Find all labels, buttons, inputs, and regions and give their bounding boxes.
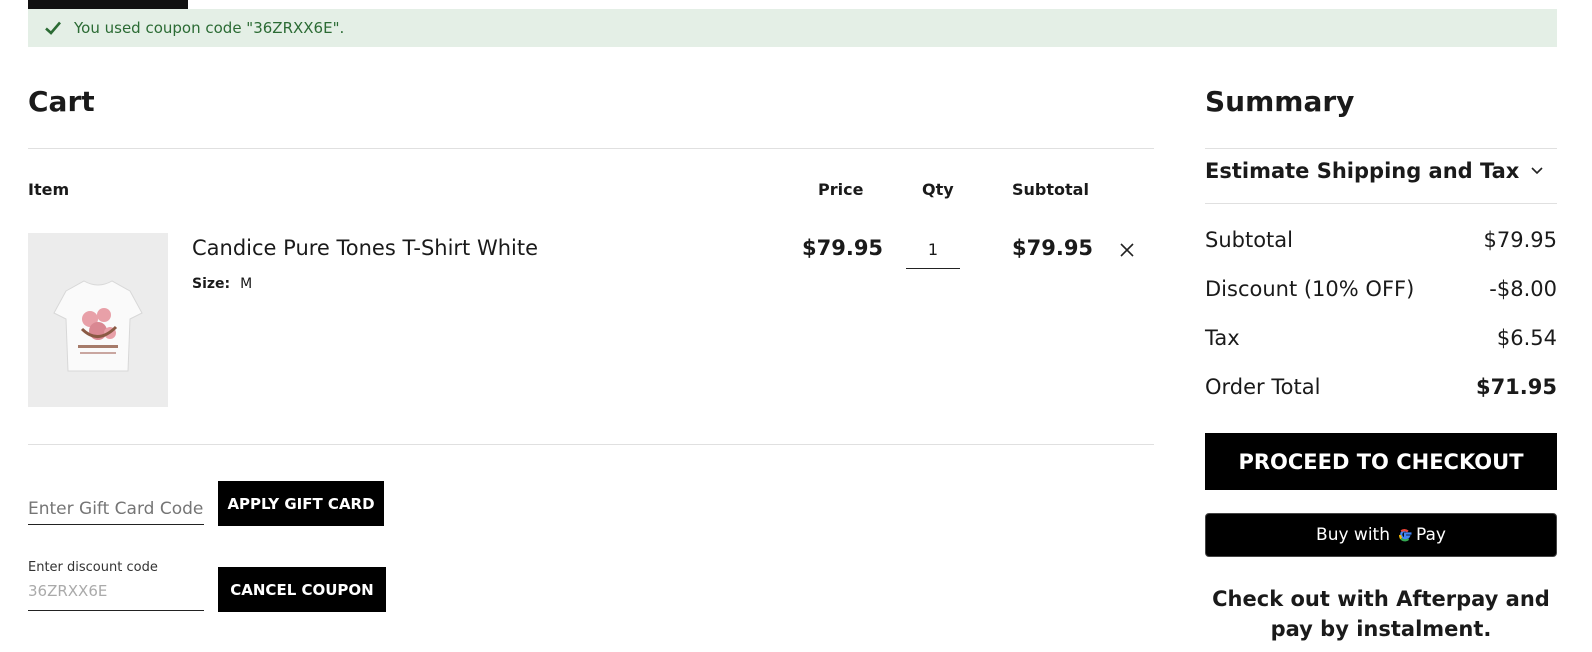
header-qty: Qty (922, 180, 954, 199)
discount-code-input[interactable] (28, 579, 204, 603)
estimate-shipping-toggle[interactable]: Estimate Shipping and Tax (1205, 159, 1519, 183)
product-price: $79.95 (802, 236, 884, 260)
gpay-brand: Pay (1416, 525, 1446, 545)
top-dark-bar (28, 0, 188, 9)
header-item: Item (28, 180, 70, 199)
google-logo-icon (1399, 529, 1412, 542)
apply-gift-card-button[interactable]: APPLY GIFT CARD (218, 481, 384, 526)
cancel-coupon-button[interactable]: CANCEL COUPON (218, 567, 386, 612)
summary-label: Discount (10% OFF) (1205, 277, 1415, 301)
gift-card-input[interactable] (28, 496, 204, 522)
summary-value: $71.95 (1475, 375, 1557, 399)
product-name[interactable]: Candice Pure Tones T-Shirt White (192, 236, 538, 260)
cart-title: Cart (28, 85, 95, 118)
coupon-success-message: You used coupon code "36ZRXX6E". (28, 9, 1557, 47)
header-subtotal: Subtotal (1012, 180, 1089, 199)
size-label: Size: (192, 276, 231, 292)
quantity-input[interactable]: 1 (906, 236, 960, 269)
cart-divider-bottom (28, 444, 1154, 445)
product-size: Size: M (192, 276, 252, 292)
proceed-to-checkout-button[interactable]: PROCEED TO CHECKOUT (1205, 433, 1557, 490)
summary-label: Order Total (1205, 375, 1321, 399)
summary-row-discount: Discount (10% OFF) -$8.00 (1205, 277, 1557, 301)
google-pay-button[interactable]: Buy with Pay (1205, 513, 1557, 557)
summary-row-order-total: Order Total $71.95 (1205, 375, 1557, 399)
summary-value: -$8.00 (1489, 277, 1557, 301)
summary-row-subtotal: Subtotal $79.95 (1205, 228, 1557, 252)
discount-label: Enter discount code (28, 560, 158, 575)
size-value: M (240, 276, 253, 292)
product-subtotal: $79.95 (1012, 236, 1094, 260)
checkmark-icon (45, 21, 61, 35)
summary-label: Subtotal (1205, 228, 1293, 252)
summary-title: Summary (1205, 85, 1355, 118)
header-price: Price (818, 180, 864, 199)
gpay-prefix: Buy with (1316, 525, 1390, 545)
summary-value: $6.54 (1496, 326, 1557, 350)
gift-card-field[interactable] (28, 496, 204, 525)
product-image[interactable] (28, 233, 168, 407)
summary-row-tax: Tax $6.54 (1205, 326, 1557, 350)
coupon-message-text: You used coupon code "36ZRXX6E". (74, 19, 345, 37)
summary-value: $79.95 (1483, 228, 1557, 252)
discount-field[interactable]: Enter discount code (28, 560, 204, 611)
chevron-down-icon[interactable] (1530, 163, 1544, 177)
summary-divider-top (1205, 148, 1557, 149)
summary-label: Tax (1205, 326, 1240, 350)
afterpay-text: Check out with Afterpay and pay by insta… (1212, 587, 1550, 641)
close-icon[interactable] (1118, 241, 1136, 259)
tshirt-icon (53, 280, 143, 372)
summary-divider-bottom (1205, 203, 1557, 204)
cart-divider-top (28, 148, 1154, 149)
